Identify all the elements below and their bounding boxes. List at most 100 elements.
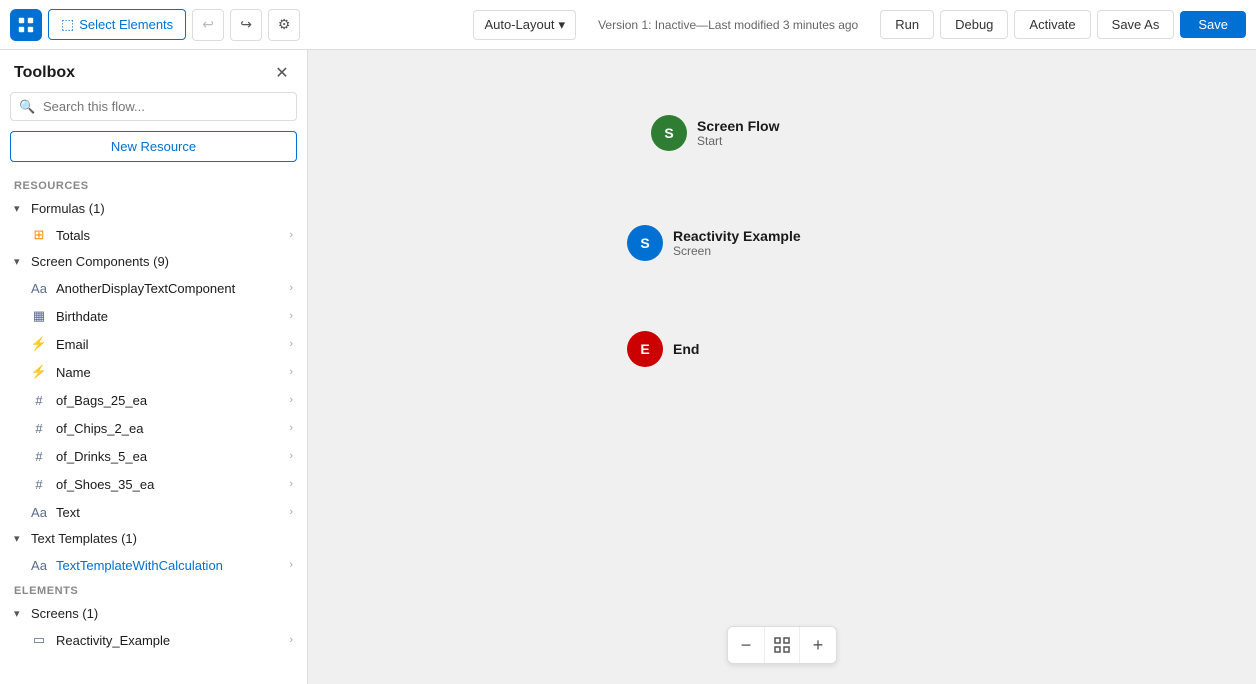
main-area: Toolbox ✕ 🔍 New Resource RESOURCES ▾ For…	[0, 50, 1256, 684]
number-icon: #	[30, 475, 48, 493]
start-node[interactable]: S Screen Flow Start	[651, 115, 779, 151]
chevron-down-icon: ▾	[14, 607, 26, 620]
new-resource-button[interactable]: New Resource	[10, 131, 297, 162]
list-item[interactable]: ▦ Birthdate ›	[0, 302, 307, 330]
text-icon: Aa	[30, 279, 48, 297]
list-item[interactable]: # of_Drinks_5_ea ›	[0, 442, 307, 470]
search-icon: 🔍	[19, 99, 35, 115]
end-node-label: End	[673, 341, 699, 357]
chevron-right-icon: ›	[289, 229, 293, 241]
undo-icon: ↩	[202, 16, 214, 33]
text-templates-group[interactable]: ▾ Text Templates (1)	[0, 526, 307, 551]
save-as-button[interactable]: Save As	[1097, 10, 1175, 39]
chevron-down-icon: ▾	[14, 202, 26, 215]
close-button[interactable]: ✕	[271, 62, 293, 84]
auto-layout-button[interactable]: Auto-Layout ▾	[473, 10, 576, 40]
activate-button[interactable]: Activate	[1014, 10, 1090, 39]
list-item[interactable]: ⚡ Email ›	[0, 330, 307, 358]
fit-screen-icon	[774, 637, 790, 653]
end-node-circle: E	[627, 331, 663, 367]
search-container: 🔍	[10, 92, 297, 121]
toolbox-body: RESOURCES ▾ Formulas (1) ⊞ Totals › ▾ Sc…	[0, 174, 307, 684]
canvas-area[interactable]: S Screen Flow Start S Reactivity Example…	[308, 50, 1256, 684]
save-button[interactable]: Save	[1180, 11, 1246, 38]
chevron-right-icon: ›	[289, 394, 293, 406]
elements-section-header: ELEMENTS	[0, 579, 307, 601]
select-elements-button[interactable]: ⬚ Select Elements	[48, 9, 186, 40]
chevron-right-icon: ›	[289, 366, 293, 378]
chevron-right-icon: ›	[289, 450, 293, 462]
screen-node-label: Reactivity Example Screen	[673, 228, 801, 258]
screen-icon: ▭	[30, 631, 48, 649]
resource-name: TextTemplateWithCalculation	[56, 558, 289, 573]
chevron-right-icon: ›	[289, 282, 293, 294]
list-item[interactable]: ⚡ Name ›	[0, 358, 307, 386]
home-button[interactable]	[10, 9, 42, 41]
toolbox-sidebar: Toolbox ✕ 🔍 New Resource RESOURCES ▾ For…	[0, 50, 308, 684]
resource-name: Name	[56, 365, 289, 380]
zoom-fit-button[interactable]	[764, 627, 800, 663]
run-button[interactable]: Run	[880, 10, 934, 39]
redo-button[interactable]: ↪	[230, 9, 262, 41]
list-item[interactable]: Aa TextTemplateWithCalculation ›	[0, 551, 307, 579]
zoom-out-button[interactable]: −	[728, 627, 764, 663]
resource-name: Email	[56, 337, 289, 352]
number-icon: #	[30, 419, 48, 437]
cursor-icon: ⬚	[61, 16, 74, 33]
end-node[interactable]: E End	[627, 331, 699, 367]
zoom-controls: − +	[727, 626, 837, 664]
version-info: Version 1: Inactive—Last modified 3 minu…	[598, 18, 858, 32]
debug-button[interactable]: Debug	[940, 10, 1008, 39]
resources-section-header: RESOURCES	[0, 174, 307, 196]
list-item[interactable]: ▭ Reactivity_Example ›	[0, 626, 307, 654]
chevron-right-icon: ›	[289, 506, 293, 518]
grid-icon	[17, 16, 35, 34]
undo-button[interactable]: ↩	[192, 9, 224, 41]
chevron-right-icon: ›	[289, 478, 293, 490]
list-item[interactable]: # of_Bags_25_ea ›	[0, 386, 307, 414]
text-icon: Aa	[30, 503, 48, 521]
zoom-in-button[interactable]: +	[800, 627, 836, 663]
resource-name: Text	[56, 505, 289, 520]
number-icon: #	[30, 447, 48, 465]
resource-name: of_Bags_25_ea	[56, 393, 289, 408]
screen-node[interactable]: S Reactivity Example Screen	[627, 225, 801, 261]
toolbox-title: Toolbox	[14, 64, 75, 82]
text-icon: Aa	[30, 556, 48, 574]
number-icon: #	[30, 391, 48, 409]
redo-icon: ↪	[240, 16, 252, 33]
lightning-icon: ⚡	[30, 363, 48, 381]
resource-name: Reactivity_Example	[56, 633, 289, 648]
chevron-right-icon: ›	[289, 338, 293, 350]
date-icon: ▦	[30, 307, 48, 325]
list-item[interactable]: Aa Text ›	[0, 498, 307, 526]
resource-name: of_Chips_2_ea	[56, 421, 289, 436]
list-item[interactable]: Aa AnotherDisplayTextComponent ›	[0, 274, 307, 302]
settings-button[interactable]: ⚙	[268, 9, 300, 41]
formula-icon: ⊞	[30, 226, 48, 244]
screens-group[interactable]: ▾ Screens (1)	[0, 601, 307, 626]
settings-icon: ⚙	[278, 16, 291, 33]
toolbox-header: Toolbox ✕	[0, 50, 307, 92]
search-input[interactable]	[10, 92, 297, 121]
chevron-down-icon: ▾	[559, 17, 566, 33]
chevron-right-icon: ›	[289, 422, 293, 434]
resource-name: Birthdate	[56, 309, 289, 324]
formulas-group[interactable]: ▾ Formulas (1)	[0, 196, 307, 221]
resource-name: AnotherDisplayTextComponent	[56, 281, 289, 296]
text-templates-group-label: Text Templates (1)	[31, 531, 137, 546]
chevron-down-icon: ▾	[14, 255, 26, 268]
chevron-right-icon: ›	[289, 559, 293, 571]
lightning-icon: ⚡	[30, 335, 48, 353]
resource-name: Totals	[56, 228, 289, 243]
chevron-right-icon: ›	[289, 310, 293, 322]
screen-node-circle: S	[627, 225, 663, 261]
toolbar: ⬚ Select Elements ↩ ↪ ⚙ Auto-Layout ▾ Ve…	[0, 0, 1256, 50]
formulas-group-label: Formulas (1)	[31, 201, 105, 216]
list-item[interactable]: ⊞ Totals ›	[0, 221, 307, 249]
resource-name: of_Shoes_35_ea	[56, 477, 289, 492]
list-item[interactable]: # of_Chips_2_ea ›	[0, 414, 307, 442]
list-item[interactable]: # of_Shoes_35_ea ›	[0, 470, 307, 498]
screen-components-group-label: Screen Components (9)	[31, 254, 169, 269]
screen-components-group[interactable]: ▾ Screen Components (9)	[0, 249, 307, 274]
